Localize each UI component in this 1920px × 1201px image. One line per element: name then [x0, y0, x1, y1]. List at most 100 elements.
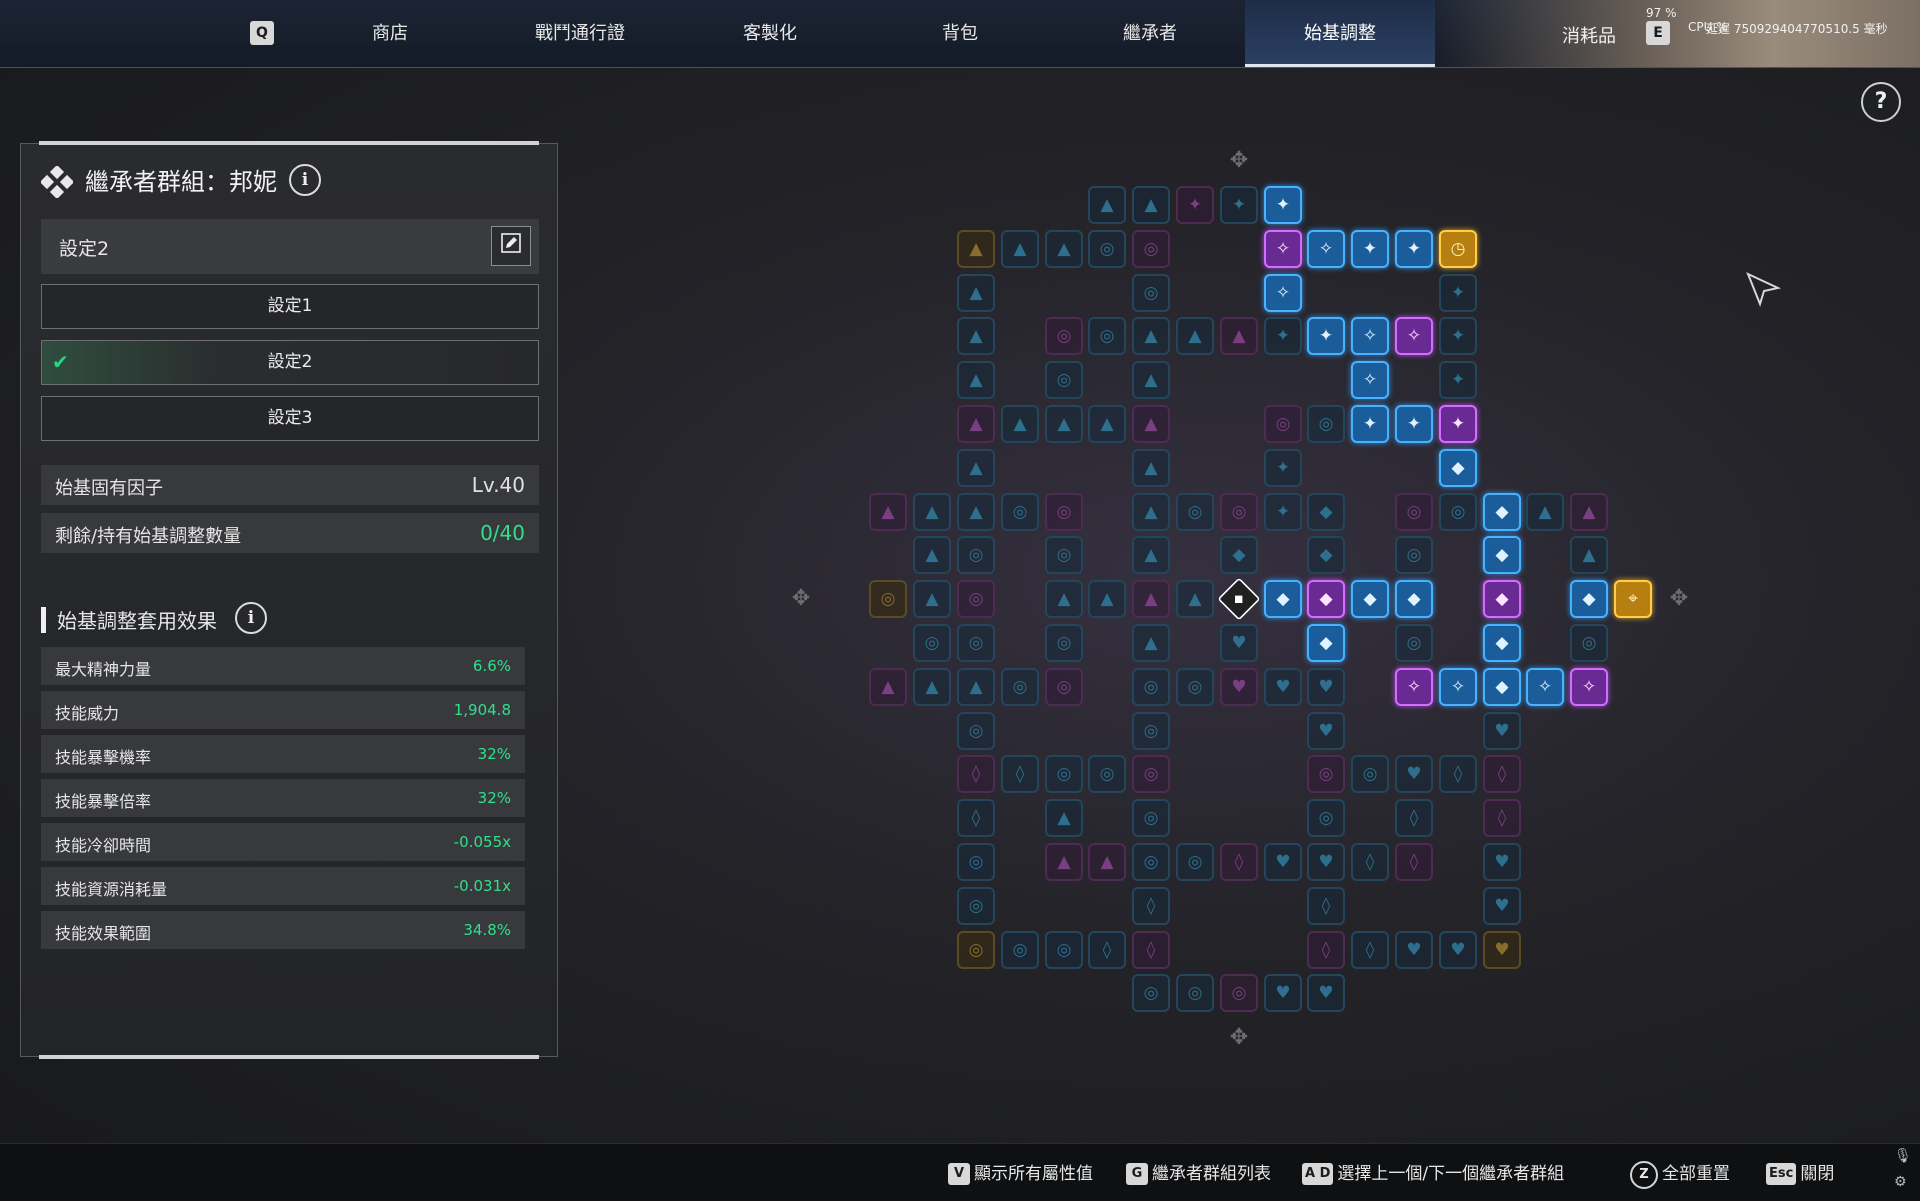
node-spike-icon[interactable]: ▲	[869, 668, 907, 706]
node-star-icon[interactable]: ✦	[1439, 317, 1477, 355]
node-diamond-icon[interactable]: ◆	[1307, 624, 1345, 662]
node-core-icon[interactable]: ✧	[1395, 668, 1433, 706]
node-core-icon[interactable]: ✧	[1439, 668, 1477, 706]
node-heart-icon[interactable]: ♥	[1264, 668, 1302, 706]
node-star-icon[interactable]: ✦	[1264, 186, 1302, 224]
node-spike-icon[interactable]: ▲	[957, 449, 995, 487]
node-ring-icon[interactable]: ◎	[1045, 931, 1083, 969]
node-ring-icon[interactable]: ◎	[1439, 493, 1477, 531]
node-spike-icon[interactable]: ▲	[1045, 405, 1083, 443]
node-heart-icon[interactable]: ♥	[1307, 974, 1345, 1012]
node-ring-icon[interactable]: ◎	[1176, 843, 1214, 881]
node-ring-icon[interactable]: ◎	[1395, 624, 1433, 662]
node-spike-icon[interactable]: ▲	[1132, 449, 1170, 487]
node-shield-icon[interactable]: ◊	[957, 799, 995, 837]
node-star-icon[interactable]: ✦	[1264, 317, 1302, 355]
node-spike-icon[interactable]: ▲	[957, 230, 995, 268]
node-diamond-icon[interactable]: ◆	[1307, 536, 1345, 574]
node-diamond-icon[interactable]: ◆	[1483, 493, 1521, 531]
preset-option-3[interactable]: 設定3	[41, 396, 539, 441]
node-spike-icon[interactable]: ▲	[1088, 405, 1126, 443]
edit-preset-button[interactable]	[491, 226, 531, 266]
node-diamond-icon[interactable]: ◆	[1483, 580, 1521, 618]
node-heart-icon[interactable]: ♥	[1220, 668, 1258, 706]
node-shield-icon[interactable]: ◊	[1351, 931, 1389, 969]
node-diamond-icon[interactable]: ◆	[1439, 449, 1477, 487]
node-shield-icon[interactable]: ◊	[1132, 887, 1170, 925]
node-shield-icon[interactable]: ◊	[1439, 755, 1477, 793]
node-heart-icon[interactable]: ♥	[1395, 931, 1433, 969]
node-spike-icon[interactable]: ▲	[1132, 317, 1170, 355]
node-spike-icon[interactable]: ▲	[1132, 405, 1170, 443]
node-core-icon[interactable]: ✧	[1526, 668, 1564, 706]
node-diamond-icon[interactable]: ◆	[1220, 536, 1258, 574]
node-spike-icon[interactable]: ▲	[1570, 536, 1608, 574]
node-shield-icon[interactable]: ◊	[1351, 843, 1389, 881]
node-ring-icon[interactable]: ◎	[957, 712, 995, 750]
node-ring-icon[interactable]: ◎	[1132, 712, 1170, 750]
node-spike-icon[interactable]: ▲	[957, 361, 995, 399]
node-diamond-icon[interactable]: ◆	[1307, 493, 1345, 531]
node-heart-icon[interactable]: ♥	[1483, 931, 1521, 969]
node-ring-icon[interactable]: ◎	[913, 624, 951, 662]
node-spike-icon[interactable]: ▲	[913, 668, 951, 706]
node-diamond-icon[interactable]: ◆	[1483, 536, 1521, 574]
node-ring-icon[interactable]: ◎	[957, 580, 995, 618]
preset-option-1[interactable]: 設定1	[41, 284, 539, 329]
hint-show-attributes[interactable]: V 顯示所有屬性值	[948, 1159, 1093, 1185]
node-star-icon[interactable]: ✦	[1395, 230, 1433, 268]
node-ring-icon[interactable]: ◎	[1307, 755, 1345, 793]
node-clock-icon[interactable]: ◷	[1439, 230, 1477, 268]
hint-reset-all[interactable]: Z 全部重置	[1630, 1159, 1730, 1189]
node-ring-icon[interactable]: ◎	[1176, 668, 1214, 706]
node-star-icon[interactable]: ✦	[1395, 405, 1433, 443]
node-ring-icon[interactable]: ◎	[1045, 536, 1083, 574]
node-ring-icon[interactable]: ◎	[1045, 668, 1083, 706]
node-ring-icon[interactable]: ◎	[1176, 974, 1214, 1012]
tab-shop[interactable]: 商店	[314, 0, 466, 67]
tab-descendant[interactable]: 繼承者	[1074, 0, 1226, 67]
node-shield-icon[interactable]: ◊	[1483, 755, 1521, 793]
node-heart-icon[interactable]: ♥	[1307, 712, 1345, 750]
node-shield-icon[interactable]: ◊	[1395, 799, 1433, 837]
node-spike-icon[interactable]: ▲	[957, 274, 995, 312]
tab-battle-pass[interactable]: 戰鬥通行證	[504, 0, 656, 67]
effects-info-icon[interactable]: i	[235, 602, 267, 634]
node-diamond-icon[interactable]: ◆	[1395, 580, 1433, 618]
node-star-icon[interactable]: ✦	[1439, 361, 1477, 399]
node-spike-icon[interactable]: ▲	[1045, 843, 1083, 881]
node-star-icon[interactable]: ✦	[1307, 317, 1345, 355]
node-ring-icon[interactable]: ◎	[1307, 405, 1345, 443]
node-spike-icon[interactable]: ▲	[913, 580, 951, 618]
hint-group-list[interactable]: G 繼承者群組列表	[1126, 1159, 1271, 1185]
node-spike-icon[interactable]: ▲	[1526, 493, 1564, 531]
node-shield-icon[interactable]: ◊	[1395, 843, 1433, 881]
node-spike-icon[interactable]: ▲	[1220, 317, 1258, 355]
node-star-icon[interactable]: ✦	[1264, 493, 1302, 531]
node-ring-icon[interactable]: ◎	[957, 931, 995, 969]
node-spike-icon[interactable]: ▲	[1088, 843, 1126, 881]
node-spike-icon[interactable]: ▲	[957, 493, 995, 531]
scroll-right-arrow-icon[interactable]: ✥	[1664, 584, 1694, 614]
node-ring-icon[interactable]: ◎	[1088, 317, 1126, 355]
node-ring-icon[interactable]: ◎	[1132, 799, 1170, 837]
node-heart-icon[interactable]: ♥	[1483, 843, 1521, 881]
node-ring-icon[interactable]: ◎	[1307, 799, 1345, 837]
node-ring-icon[interactable]: ◎	[1001, 668, 1039, 706]
node-star-icon[interactable]: ✦	[1220, 186, 1258, 224]
node-spike-icon[interactable]: ▲	[1001, 230, 1039, 268]
node-spike-icon[interactable]: ▲	[957, 405, 995, 443]
node-ring-icon[interactable]: ◎	[1220, 974, 1258, 1012]
node-star-icon[interactable]: ✦	[1439, 405, 1477, 443]
tab-consumables[interactable]: 消耗品	[1562, 22, 1616, 48]
node-spike-icon[interactable]: ▲	[1132, 361, 1170, 399]
node-ring-icon[interactable]: ◎	[1045, 493, 1083, 531]
node-shield-icon[interactable]: ◊	[957, 755, 995, 793]
hint-close[interactable]: Esc 關閉	[1766, 1159, 1834, 1185]
node-core-icon[interactable]: ✧	[1307, 230, 1345, 268]
node-core-icon[interactable]: ✧	[1351, 361, 1389, 399]
node-core-icon[interactable]: ✧	[1395, 317, 1433, 355]
node-ring-icon[interactable]: ◎	[1132, 230, 1170, 268]
node-core-icon[interactable]: ✧	[1570, 668, 1608, 706]
node-ring-icon[interactable]: ◎	[1088, 230, 1126, 268]
